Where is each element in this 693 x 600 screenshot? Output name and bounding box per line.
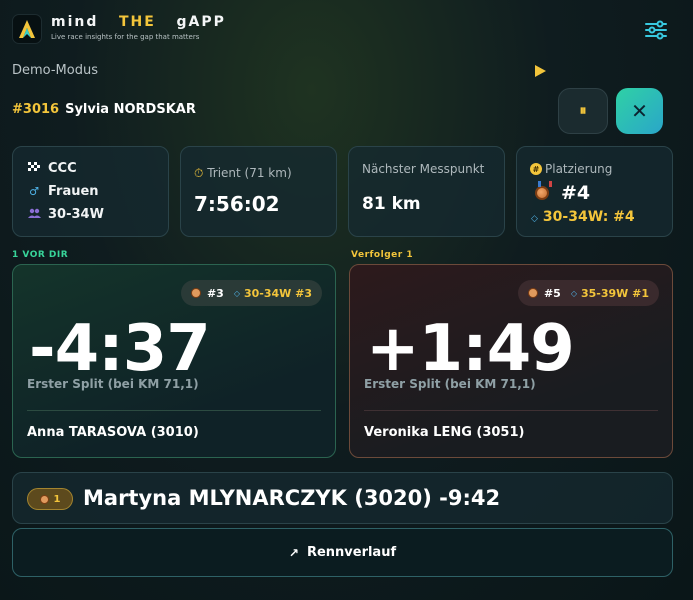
hash-icon: # — [530, 163, 542, 175]
demo-mode-label: Demo-Modus — [12, 63, 98, 78]
leader-row[interactable]: 1 Martyna MLYNARCZYK (3020) -9:42 — [12, 472, 673, 524]
race-info-card: CCC ♂ Frauen 30-34W — [12, 146, 169, 237]
diamond-icon: ◇ — [570, 288, 577, 298]
age-group-value: 30-34W — [48, 207, 104, 222]
segment-time: 7:56:02 — [194, 192, 280, 216]
ahead-competitor-name: Anna TARASOVA (3010) — [27, 425, 199, 440]
runner-bib: #3016 — [12, 102, 60, 117]
behind-section-label: Verfolger 1 — [351, 250, 414, 260]
next-checkpoint-label: Nächster Messpunkt — [362, 162, 485, 176]
next-checkpoint-value: 81 km — [362, 194, 421, 214]
race-name: CCC — [48, 161, 77, 176]
male-symbol-icon: ♂ — [29, 185, 39, 198]
medal-icon — [190, 288, 201, 298]
placement-rank: #4 — [535, 181, 590, 204]
trend-arrow-icon: ↗ — [288, 545, 299, 560]
behind-rank-pill: #5 ◇ 35-39W #1 — [517, 280, 659, 306]
ahead-competitor-card[interactable]: #3 ◇ 30-34W #3 -4:37 Erster Split (bei K… — [12, 264, 336, 458]
runner-name: Sylvia NORDSKAR — [65, 102, 196, 117]
medal-icon — [535, 181, 552, 200]
diamond-icon: ◇ — [531, 214, 538, 224]
race-history-label: Rennverlauf — [306, 545, 397, 560]
ahead-section-label: 1 VOR DIR — [12, 250, 69, 260]
placement-category-rank: ◇ 30-34W: #4 — [531, 209, 635, 225]
pause-icon: ⏸ — [579, 103, 587, 119]
race-history-button[interactable]: ↗ Rennverlauf — [12, 528, 673, 577]
segment-card: ⏱ Trient (71 km) 7:56:02 — [180, 146, 337, 237]
checkered-flag-icon — [27, 162, 41, 175]
play-icon[interactable] — [532, 63, 548, 79]
medal-icon — [527, 288, 538, 298]
gender-value: Frauen — [48, 184, 99, 199]
close-icon: ✕ — [631, 99, 648, 123]
behind-split-note: Erster Split (bei KM 71,1) — [364, 377, 536, 391]
behind-competitor-card[interactable]: #5 ◇ 35-39W #1 +1:49 Erster Split (bei K… — [349, 264, 673, 458]
app-logo — [12, 14, 42, 44]
age-group-row: 30-34W — [27, 207, 104, 222]
sliders-icon[interactable] — [643, 19, 669, 41]
logo-icon — [19, 20, 35, 38]
next-checkpoint-card: Nächster Messpunkt 81 km — [348, 146, 505, 237]
gender-row: ♂ Frauen — [27, 184, 99, 199]
app-tagline: Live race insights for the gap that matt… — [51, 33, 200, 41]
app-brand: mind THE gAPP — [51, 14, 226, 30]
divider — [364, 410, 658, 411]
ahead-split-note: Erster Split (bei KM 71,1) — [27, 377, 199, 391]
pause-button[interactable]: ⏸ — [558, 88, 608, 134]
diamond-icon: ◇ — [233, 288, 240, 298]
medal-icon — [39, 494, 49, 504]
people-icon — [27, 208, 41, 221]
segment-label: ⏱ Trient (71 km) — [194, 166, 292, 180]
leader-info: Martyna MLYNARCZYK (3020) -9:42 — [83, 486, 501, 510]
ahead-rank-pill: #3 ◇ 30-34W #3 — [180, 280, 322, 306]
stopwatch-icon: ⏱ — [194, 166, 204, 180]
close-button[interactable]: ✕ — [616, 88, 663, 134]
placement-card: # Platzierung #4 ◇ 30-34W: #4 — [516, 146, 673, 237]
divider — [27, 410, 321, 411]
behind-competitor-name: Veronika LENG (3051) — [364, 425, 525, 440]
race-row: CCC — [27, 161, 77, 176]
leader-rank-badge: 1 — [27, 488, 73, 510]
runner-header: #3016 Sylvia NORDSKAR — [12, 102, 196, 117]
placement-label: Platzierung — [545, 162, 613, 176]
